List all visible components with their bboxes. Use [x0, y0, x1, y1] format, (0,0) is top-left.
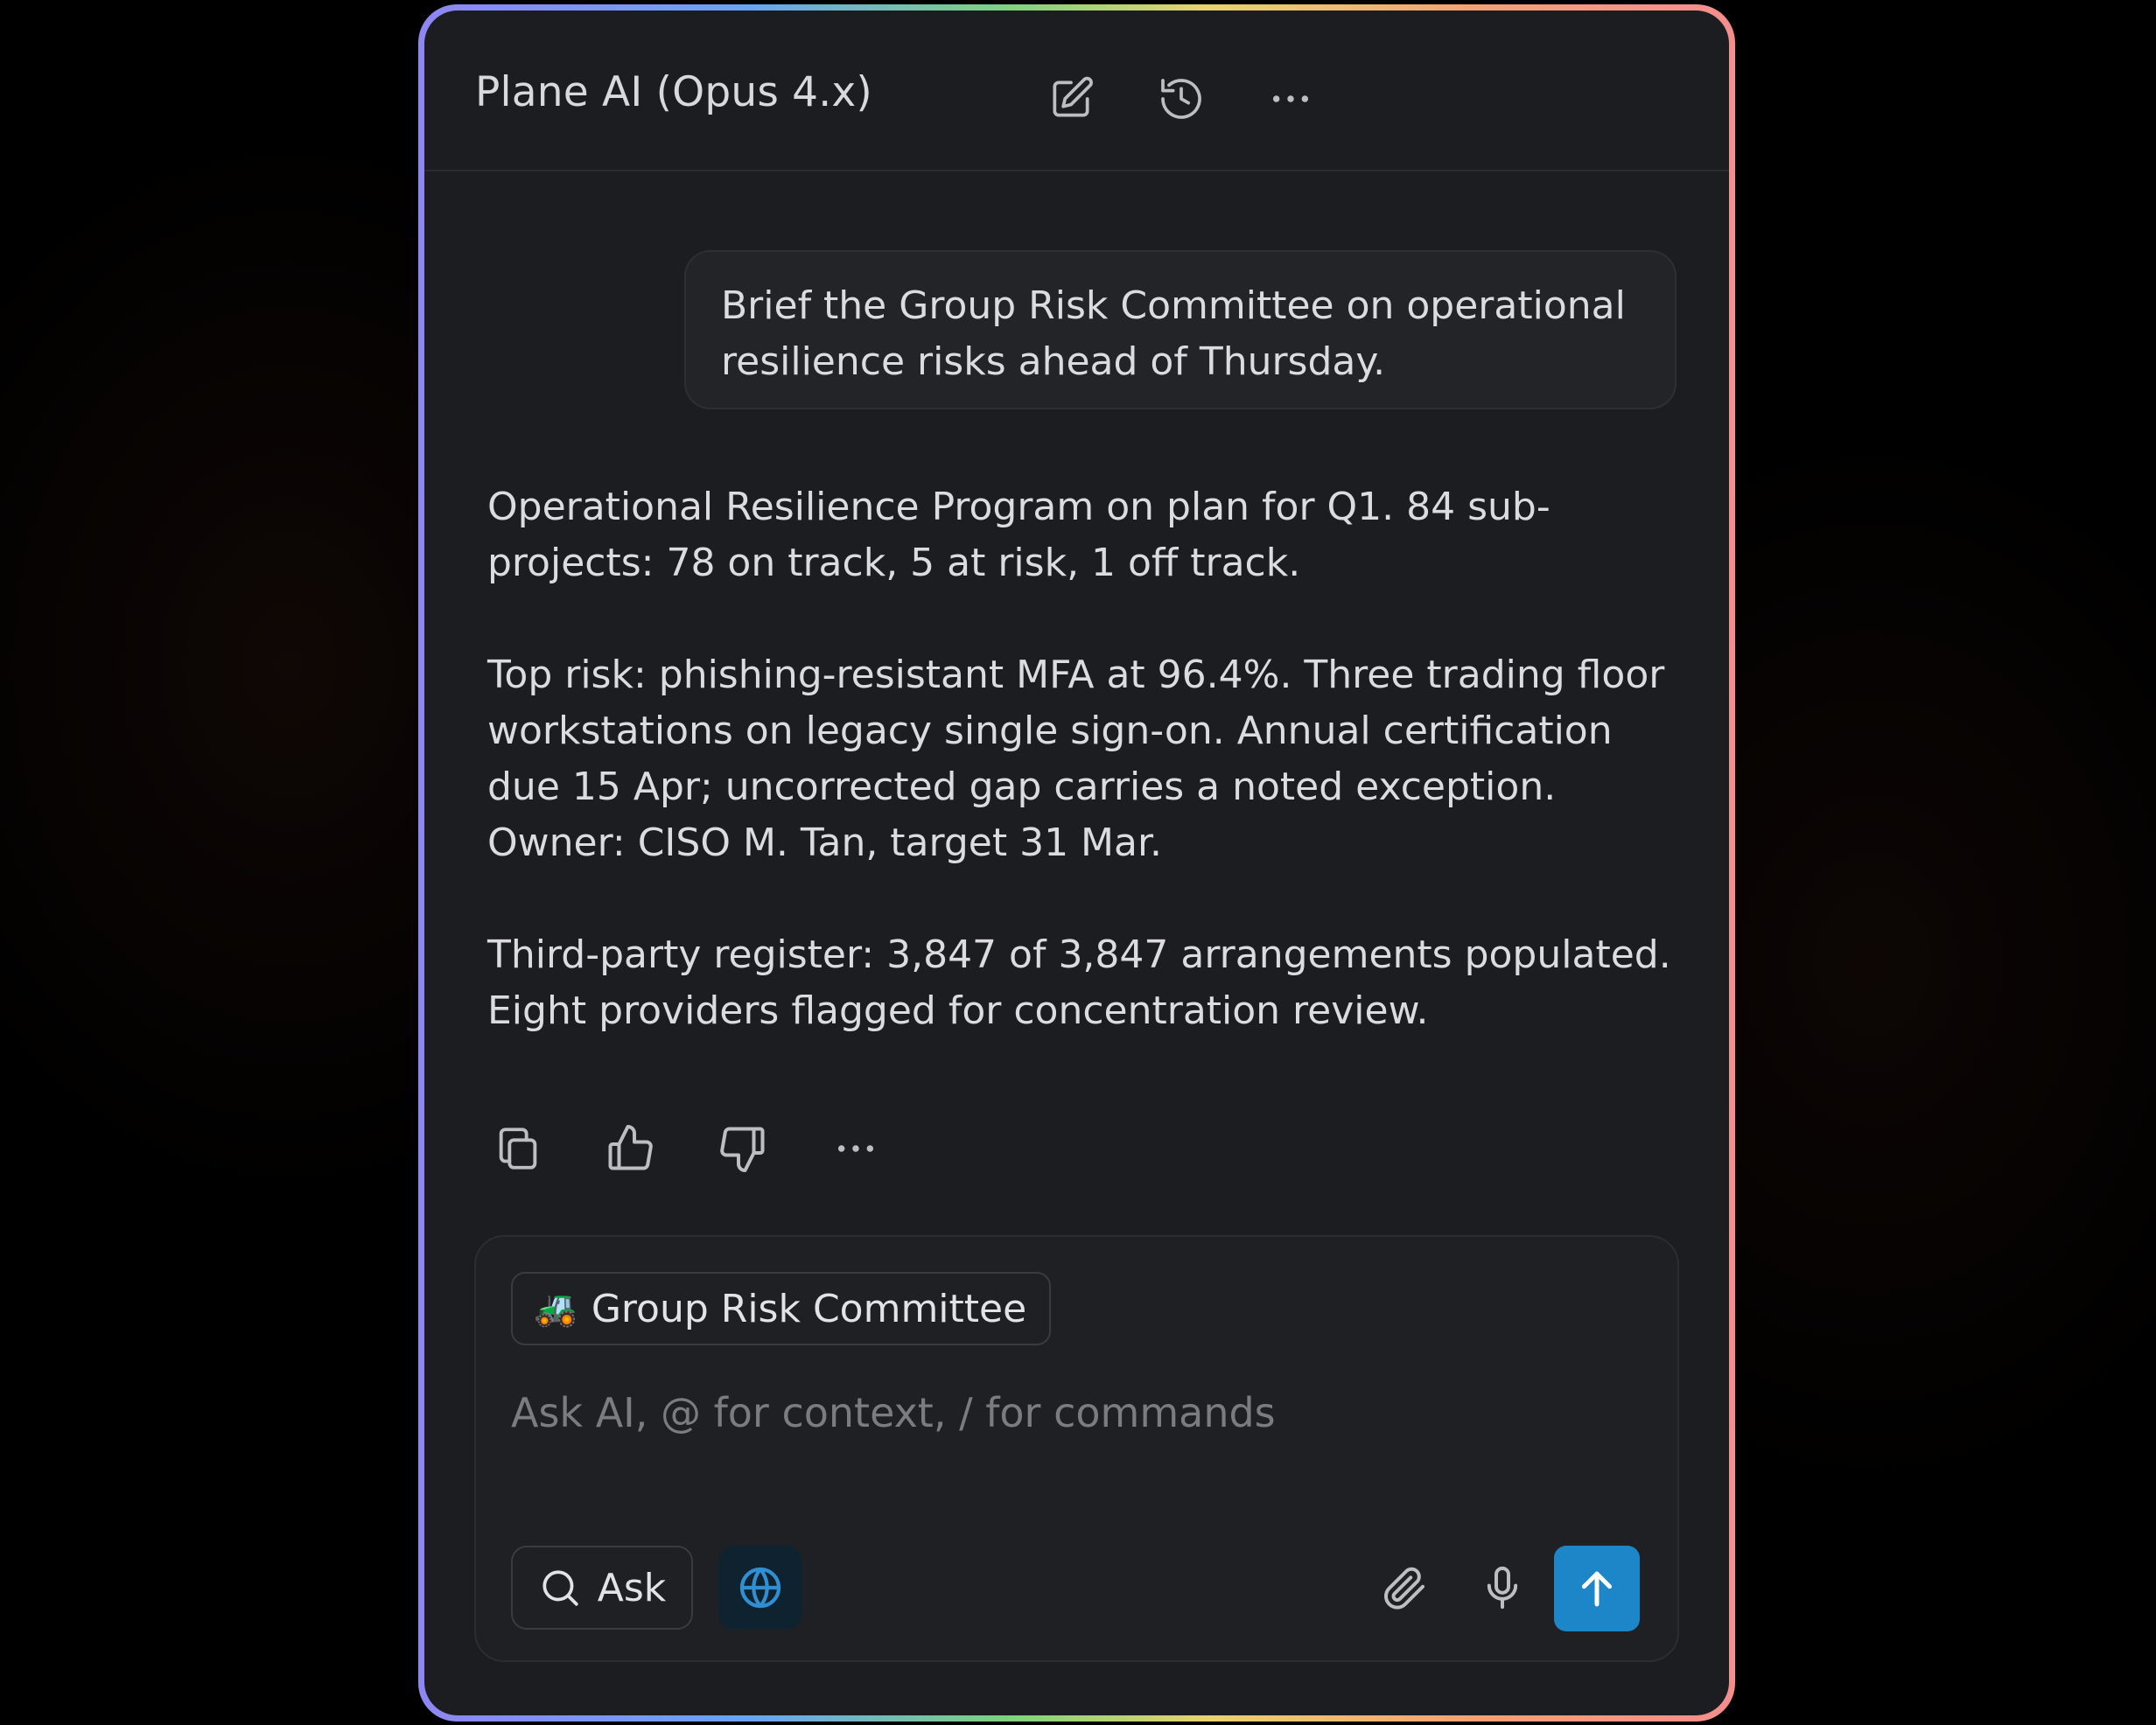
more-icon	[1272, 95, 1309, 102]
prompt-input[interactable]	[511, 1382, 1631, 1443]
more-options-button[interactable]	[1260, 68, 1321, 129]
assistant-paragraph: Operational Resilience Program on plan f…	[487, 485, 1550, 585]
app-backdrop: Plane AI (Opus 4.x) Brief the Group Risk…	[0, 0, 2156, 1725]
copy-icon	[499, 1128, 537, 1170]
search-icon	[542, 1570, 578, 1606]
assistant-paragraph: Top risk: phishing-resistant MFA at 96.4…	[487, 653, 1665, 865]
ask-mode-label: Ask	[597, 1565, 667, 1610]
new-chat-icon	[1053, 76, 1093, 117]
thumbs-down-button[interactable]	[712, 1118, 774, 1179]
assistant-message: Operational Resilience Program on plan f…	[487, 479, 1695, 1039]
globe-icon	[739, 1567, 781, 1609]
new-chat-button[interactable]	[1040, 68, 1102, 129]
context-chip-label: Group Risk Committee	[591, 1286, 1027, 1331]
microphone-icon	[1487, 1566, 1518, 1610]
tractor-emoji-icon: 🚜	[534, 1289, 578, 1329]
attach-button[interactable]	[1374, 1557, 1435, 1618]
prompt-composer: 🚜 Group Risk Committee Ask	[474, 1235, 1679, 1662]
send-arrow-icon	[1581, 1571, 1613, 1607]
ask-mode-button[interactable]: Ask	[511, 1546, 693, 1630]
more-icon	[837, 1145, 874, 1152]
assistant-paragraph: Third-party register: 3,847 of 3,847 arr…	[487, 932, 1671, 1033]
user-message-bubble: Brief the Group Risk Committee on operat…	[684, 250, 1676, 409]
paperclip-icon	[1384, 1567, 1424, 1610]
web-search-toggle[interactable]	[718, 1546, 802, 1630]
history-button[interactable]	[1151, 68, 1212, 129]
panel-title: Plane AI (Opus 4.x)	[475, 68, 872, 116]
ai-chat-panel: Plane AI (Opus 4.x) Brief the Group Risk…	[424, 10, 1729, 1715]
send-button[interactable]	[1554, 1546, 1640, 1631]
ai-panel-gradient-border: Plane AI (Opus 4.x) Brief the Group Risk…	[418, 4, 1735, 1722]
message-more-button[interactable]	[825, 1118, 886, 1179]
voice-input-button[interactable]	[1472, 1557, 1533, 1618]
panel-header: Plane AI (Opus 4.x)	[424, 10, 1729, 171]
thumbs-down-icon	[720, 1127, 765, 1172]
thumbs-up-button[interactable]	[599, 1118, 661, 1179]
history-icon	[1161, 79, 1201, 119]
thumbs-up-icon	[608, 1125, 653, 1170]
copy-button[interactable]	[487, 1118, 549, 1179]
context-chip[interactable]: 🚜 Group Risk Committee	[511, 1272, 1052, 1345]
